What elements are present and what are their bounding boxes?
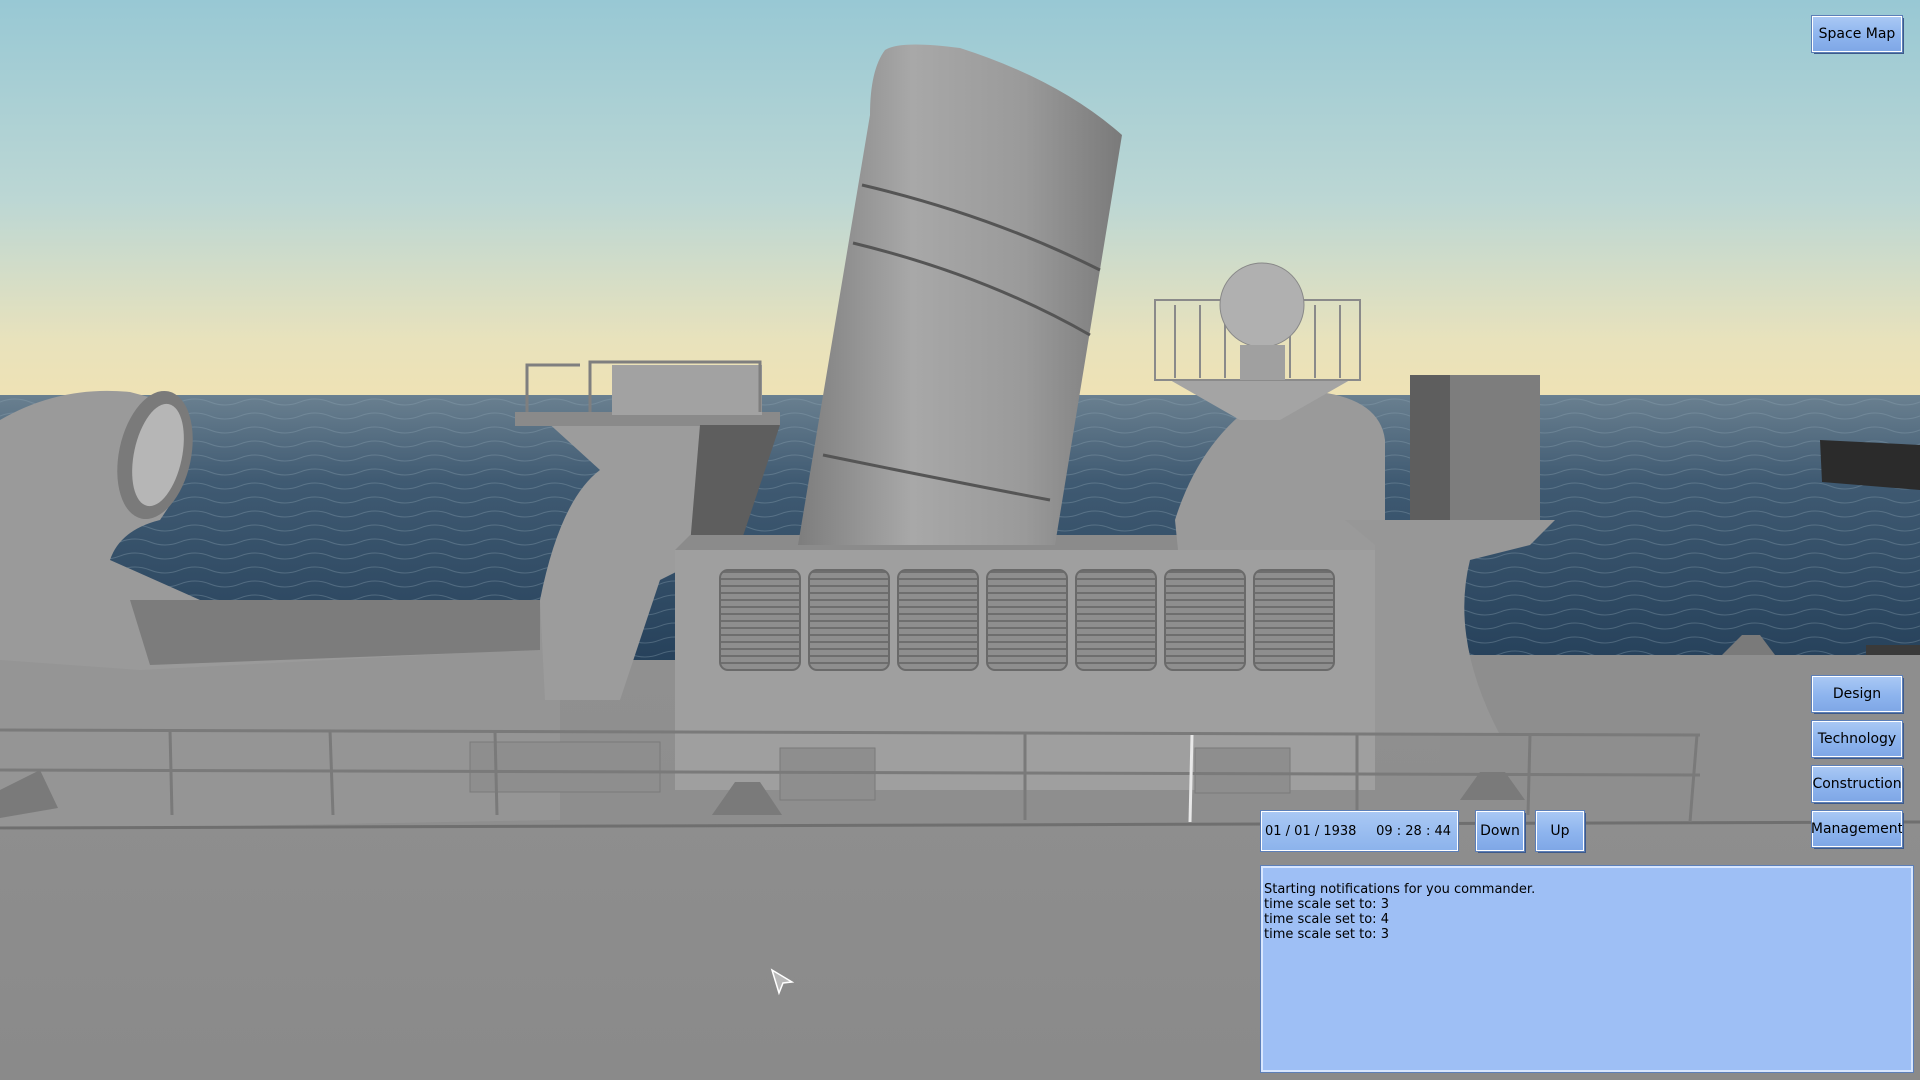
design-button[interactable]: Design xyxy=(1811,675,1903,713)
notification-line: time scale set to: 3 xyxy=(1264,927,1389,942)
notification-line: time scale set to: 3 xyxy=(1264,897,1389,912)
notification-line: time scale set to: 4 xyxy=(1264,912,1389,927)
notifications-log[interactable]: Starting notifications for you commander… xyxy=(1260,865,1914,1073)
game-date: 01 / 01 / 1938 xyxy=(1265,823,1357,839)
notification-line: Starting notifications for you commander… xyxy=(1264,882,1536,897)
time-scale-up-button[interactable]: Up xyxy=(1535,810,1585,852)
management-button[interactable]: Management xyxy=(1811,810,1903,848)
space-map-button[interactable]: Space Map xyxy=(1811,15,1903,53)
time-scale-down-button[interactable]: Down xyxy=(1475,810,1525,852)
date-time-display: 01 / 01 / 1938 09 : 28 : 44 xyxy=(1260,810,1459,852)
arrow-cursor-icon xyxy=(770,968,795,996)
construction-button[interactable]: Construction xyxy=(1811,765,1903,803)
game-time: 09 : 28 : 44 xyxy=(1376,823,1451,839)
technology-button[interactable]: Technology xyxy=(1811,720,1903,758)
